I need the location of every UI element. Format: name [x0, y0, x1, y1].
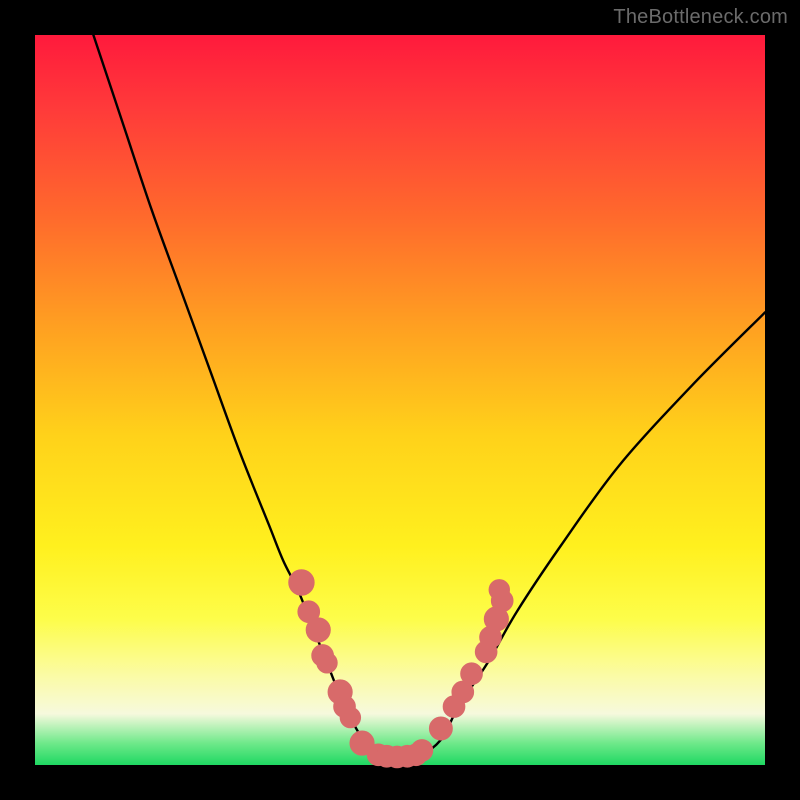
- plot-area: [35, 35, 765, 765]
- bottleneck-curve: [93, 35, 765, 758]
- chart-frame: TheBottleneck.com: [0, 0, 800, 800]
- data-dot: [340, 707, 360, 727]
- data-dots: [289, 570, 513, 768]
- data-dot: [411, 740, 433, 762]
- data-dot: [429, 717, 452, 740]
- watermark-text: TheBottleneck.com: [613, 6, 788, 29]
- data-dot: [461, 663, 483, 685]
- data-dot: [306, 618, 330, 642]
- data-dot: [317, 653, 337, 673]
- data-dot: [489, 580, 509, 600]
- chart-svg: [35, 35, 765, 765]
- data-dot: [289, 570, 314, 595]
